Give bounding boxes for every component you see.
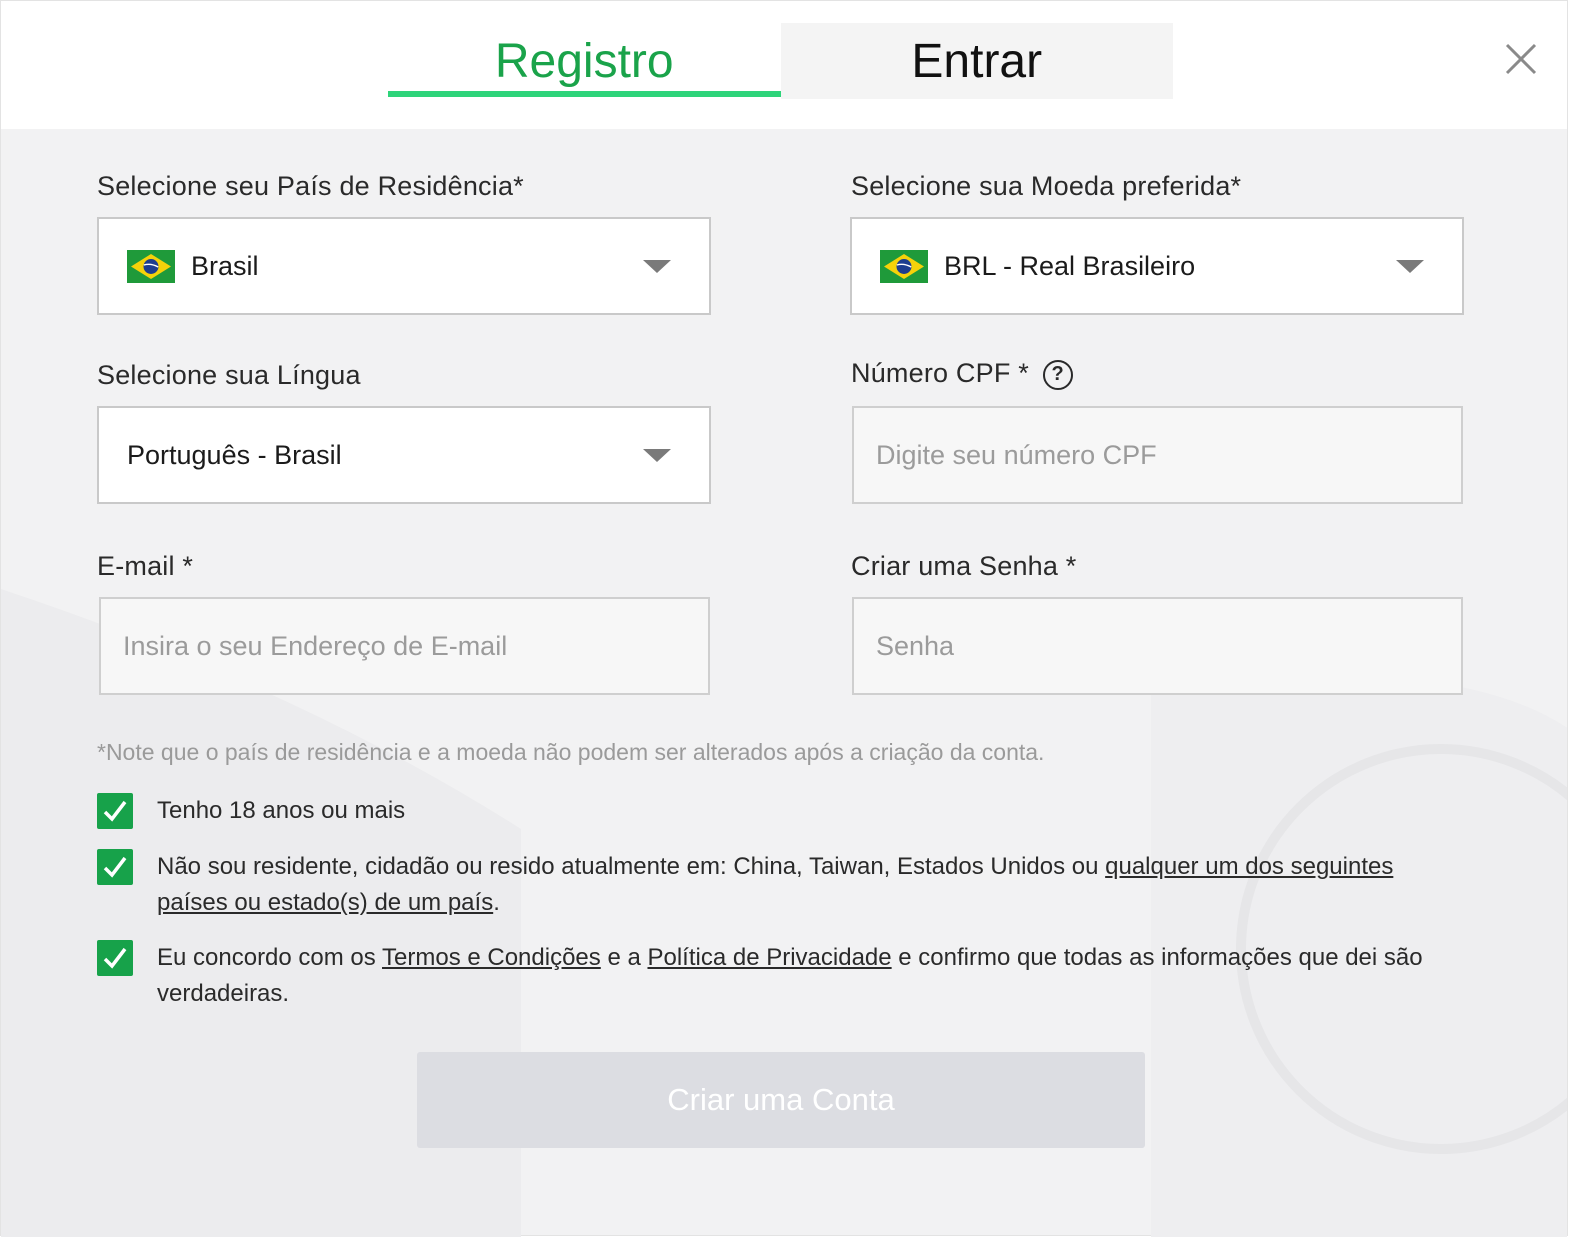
currency-label: Selecione sua Moeda preferida* — [851, 171, 1242, 201]
help-circle-icon[interactable]: ? — [1042, 359, 1073, 390]
residence-check-text: Não sou residente, cidadão ou resido atu… — [157, 849, 1447, 921]
tab-login[interactable]: Entrar — [781, 23, 1174, 99]
age-check-text: Tenho 18 anos ou mais — [157, 797, 406, 824]
terms-text-1: Eu concordo com os — [157, 944, 383, 971]
checkmark-icon — [103, 947, 127, 969]
password-input[interactable]: Senha — [852, 597, 1463, 695]
residence-text-after: . — [493, 889, 500, 916]
age-checkbox[interactable] — [97, 793, 133, 829]
residence-check-row: Não sou residente, cidadão ou resido atu… — [97, 849, 1447, 921]
close-icon[interactable] — [1501, 39, 1541, 79]
terms-checkbox[interactable] — [97, 940, 133, 976]
create-account-button[interactable]: Criar uma Conta — [417, 1052, 1145, 1148]
account-note: *Note que o país de residência e a moeda… — [97, 739, 1045, 765]
brazil-flag-icon — [880, 249, 928, 283]
checkmark-icon — [103, 800, 127, 822]
registration-modal: Registro Entrar Selecione seu País de Re… — [0, 0, 1568, 1237]
chevron-down-icon — [1396, 259, 1424, 273]
cpf-placeholder: Digite seu número CPF — [876, 439, 1157, 470]
email-placeholder: Insira o seu Endereço de E-mail — [123, 630, 508, 661]
age-check-row: Tenho 18 anos ou mais — [97, 793, 1447, 829]
currency-select[interactable]: BRL - Real Brasileiro — [850, 217, 1464, 315]
cpf-label-row: Número CPF * ? — [851, 358, 1073, 390]
terms-check-text: Eu concordo com os Termos e Condições e … — [157, 940, 1447, 1012]
password-placeholder: Senha — [876, 630, 955, 661]
checkmark-icon — [103, 856, 127, 878]
chevron-down-icon — [643, 259, 671, 273]
privacy-link[interactable]: Política de Privacidade — [647, 944, 891, 971]
country-value: Brasil — [191, 250, 259, 281]
email-label: E-mail * — [97, 551, 194, 581]
cpf-input[interactable]: Digite seu número CPF — [852, 406, 1463, 504]
terms-link[interactable]: Termos e Condições — [382, 944, 601, 971]
password-label: Criar uma Senha * — [851, 551, 1077, 581]
chevron-down-icon — [643, 448, 671, 462]
language-value: Português - Brasil — [127, 439, 342, 470]
currency-value: BRL - Real Brasileiro — [944, 250, 1196, 281]
language-label: Selecione sua Língua — [97, 360, 361, 390]
country-select[interactable]: Brasil — [97, 217, 711, 315]
auth-tabs: Registro Entrar — [388, 23, 1173, 99]
email-input[interactable]: Insira o seu Endereço de E-mail — [99, 597, 710, 695]
terms-check-row: Eu concordo com os Termos e Condições e … — [97, 940, 1447, 1012]
modal-header: Registro Entrar — [1, 1, 1567, 129]
tab-register[interactable]: Registro — [388, 23, 781, 99]
terms-text-2: e a — [600, 944, 648, 971]
language-select[interactable]: Português - Brasil — [97, 406, 711, 504]
residence-checkbox[interactable] — [97, 849, 133, 885]
residence-text-before: Não sou residente, cidadão ou resido atu… — [157, 853, 1106, 880]
country-label: Selecione seu País de Residência* — [97, 171, 524, 201]
cpf-label: Número CPF * — [851, 358, 1029, 388]
brazil-flag-icon — [127, 249, 175, 283]
